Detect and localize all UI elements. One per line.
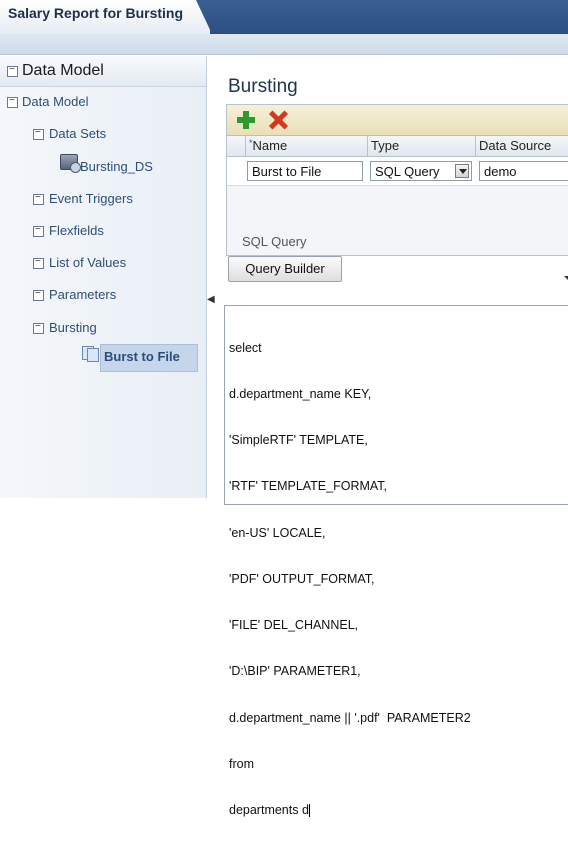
text-caret — [308, 804, 310, 818]
type-select-value: SQL Query — [375, 164, 440, 179]
data-model-panel: Data Model Data Model Data Sets Bursting… — [0, 56, 207, 498]
collapse-panel-icon[interactable] — [7, 66, 18, 77]
column-name-label: Name — [252, 138, 288, 153]
chevron-down-icon[interactable] — [455, 164, 469, 178]
sql-query-label: SQL Query — [242, 234, 307, 249]
table-toolbar — [227, 105, 568, 136]
name-input[interactable]: Burst to File — [247, 161, 363, 181]
sql-line: d.department_name KEY, — [229, 387, 372, 402]
bursting-editor: Bursting *Name Type Data Source Burst to… — [216, 56, 568, 818]
sql-line: from — [229, 756, 254, 771]
column-header-type[interactable]: Type — [371, 138, 399, 153]
sql-query-editor[interactable]: select d.department_name KEY, 'SimpleRTF… — [224, 305, 568, 818]
sql-line: d.department_name || '.pdf' PARAMETER2 — [229, 710, 471, 725]
bursting-definition-icon — [82, 346, 100, 362]
dataset-icon — [60, 154, 81, 173]
tree-toggle-data-model[interactable] — [7, 97, 18, 108]
column-header-name[interactable]: *Name — [249, 138, 287, 153]
tree-toggle-list-of-values[interactable] — [33, 258, 44, 269]
scroll-down-icon[interactable] — [563, 275, 568, 283]
sql-line: 'RTF' TEMPLATE_FORMAT, — [229, 479, 388, 494]
sql-line: 'D:\BIP' PARAMETER1, — [229, 664, 361, 679]
data-model-panel-header[interactable]: Data Model — [0, 56, 206, 87]
type-select[interactable]: SQL Query — [370, 161, 472, 181]
tree-item-bursting-ds[interactable]: Bursting_DS — [80, 159, 153, 174]
delete-icon[interactable] — [267, 109, 289, 131]
table-header: *Name Type Data Source — [227, 136, 568, 157]
add-icon[interactable] — [235, 109, 257, 131]
tree-toggle-flexfields[interactable] — [33, 226, 44, 237]
tree-toggle-data-sets[interactable] — [33, 129, 44, 140]
tree-item-parameters[interactable]: Parameters — [49, 287, 116, 302]
tree-item-burst-to-file[interactable]: Burst to File — [104, 349, 180, 364]
tree-item-flexfields[interactable]: Flexfields — [49, 223, 104, 238]
sql-line-text: departments d — [229, 803, 309, 817]
page-title: Bursting — [228, 76, 298, 97]
sql-line: 'en-US' LOCALE, — [229, 525, 326, 540]
tree-item-event-triggers[interactable]: Event Triggers — [49, 191, 133, 206]
tree-item-data-sets[interactable]: Data Sets — [49, 126, 106, 141]
tree-item-list-of-values[interactable]: List of Values — [49, 255, 126, 270]
sql-line: select — [229, 340, 262, 355]
tree-toggle-bursting[interactable] — [33, 323, 44, 334]
sql-line: 'PDF' OUTPUT_FORMAT, — [229, 571, 375, 586]
sql-line: 'SimpleRTF' TEMPLATE, — [229, 433, 368, 448]
sql-line-last: departments d — [229, 803, 568, 818]
query-builder-button[interactable]: Query Builder — [228, 256, 342, 282]
data-source-input[interactable]: demo — [479, 161, 568, 181]
tree-toggle-event-triggers[interactable] — [33, 194, 44, 205]
tree-toggle-parameters[interactable] — [33, 290, 44, 301]
collapse-splitter-handle[interactable]: ◀ — [207, 292, 215, 308]
report-title: Salary Report for Bursting — [8, 5, 184, 21]
table-row[interactable]: Burst to File SQL Query demo — [227, 157, 568, 186]
tree-item-bursting[interactable]: Bursting — [49, 320, 97, 335]
sub-banner — [0, 34, 568, 55]
sql-line: 'FILE' DEL_CHANNEL, — [229, 618, 359, 633]
tree-item-data-model[interactable]: Data Model — [22, 94, 88, 109]
column-header-data-source[interactable]: Data Source — [479, 138, 551, 153]
panel-header-label: Data Model — [22, 62, 104, 79]
